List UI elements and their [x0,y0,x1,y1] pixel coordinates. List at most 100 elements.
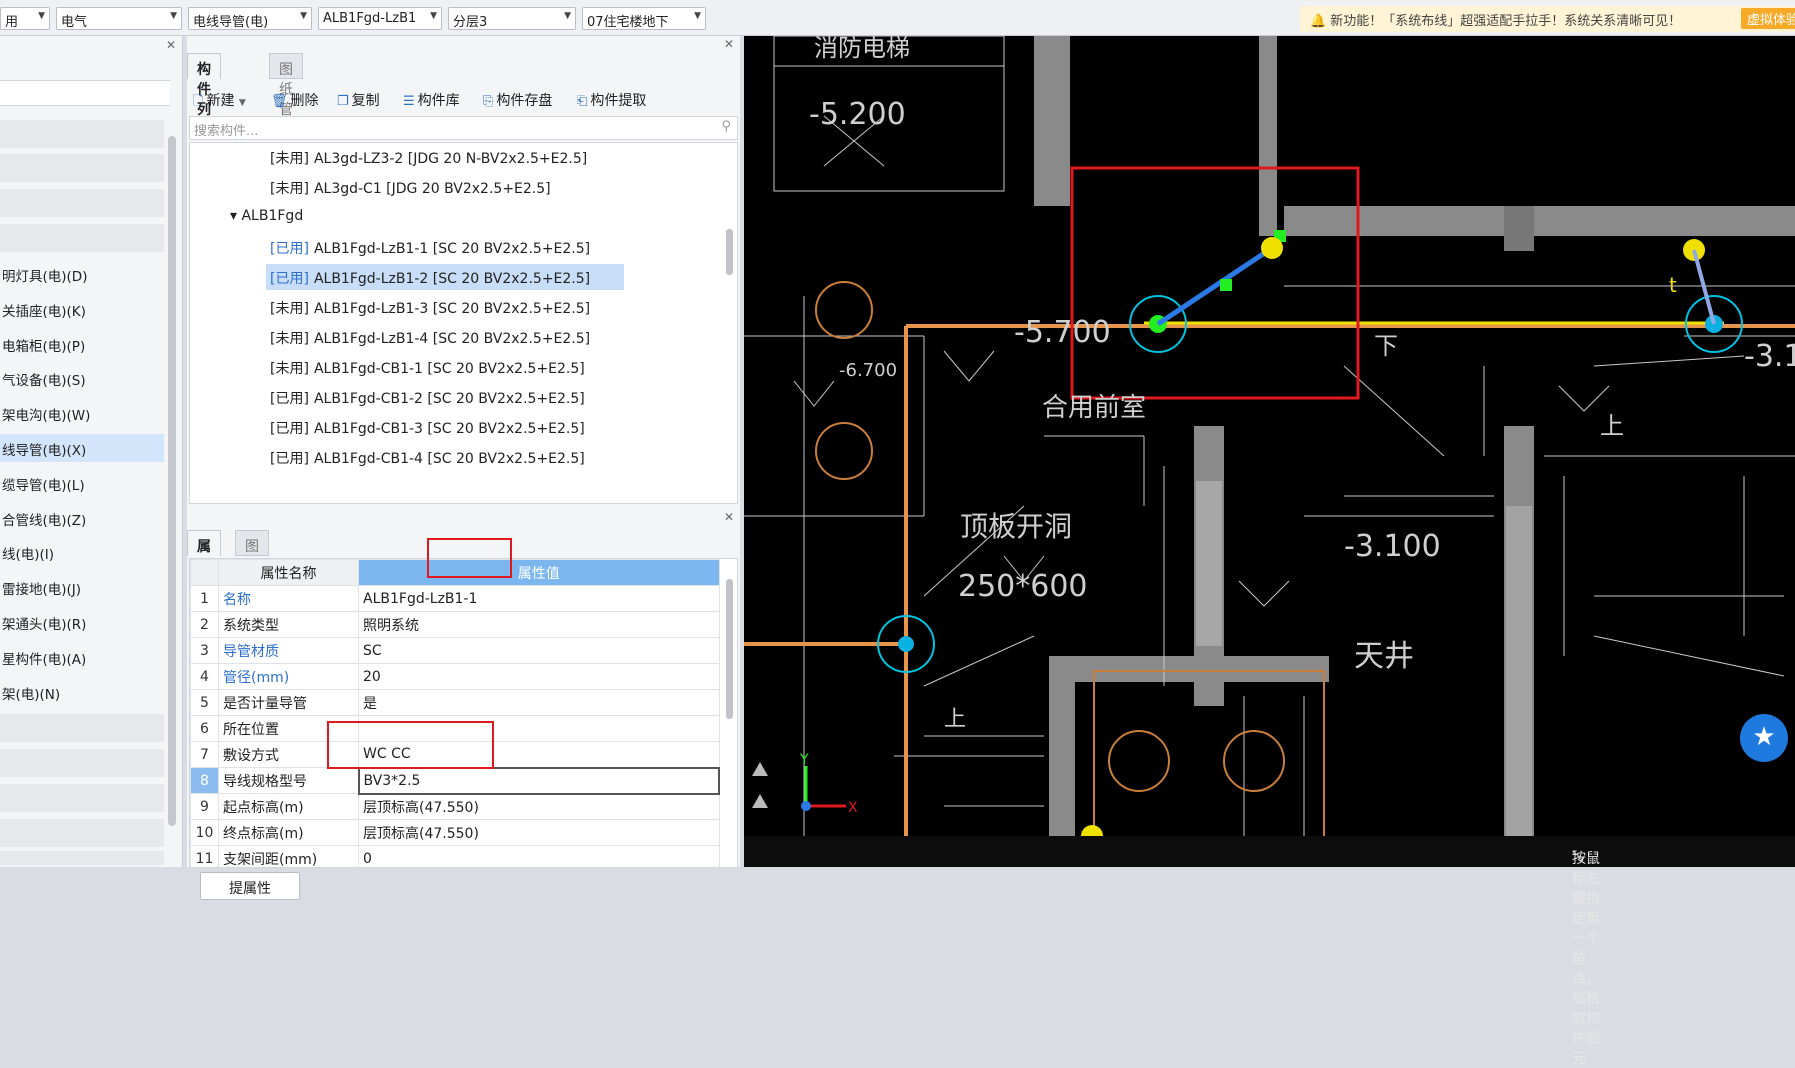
combo-layer[interactable]: 分层3 ▼ [448,7,576,30]
category-item[interactable]: 气设备(电)(S) [0,364,164,392]
category-item[interactable]: 关插座(电)(K) [0,295,164,323]
tree-item[interactable]: [已用] ALB1Fgd-CB1-4 [SC 20 BV2x2.5+E2.5] [270,444,585,470]
cad-label: -5.700 [1014,315,1111,350]
tab-properties[interactable]: 属性 [187,530,221,575]
expand-icon[interactable]: ▾ [230,208,241,224]
extract-component-button[interactable]: ⎗ 构件提取 [577,90,646,110]
property-value[interactable]: 是 [358,689,720,716]
component-library-button[interactable]: ☰ 构件库 [403,90,460,110]
category-search[interactable] [0,80,170,106]
drawing-canvas[interactable]: 消防电梯 -5.200 -5.700 -6.700 合用前室 下 -3.1 上 … [744,36,1795,867]
category-group[interactable] [0,714,164,742]
property-row[interactable]: 1 名称 ALB1Fgd-LzB1-1 [190,585,720,612]
tree-item[interactable]: [未用] ALB1Fgd-LzB1-3 [SC 20 BV2x2.5+E2.5] [270,294,590,320]
category-item[interactable]: 合管线(电)(Z) [0,504,164,532]
new-button[interactable]: 🗋 新建 ▼ [193,90,246,114]
extract-property-button[interactable]: 提属性 [200,872,300,900]
combo-mode[interactable]: 用 ▼ [0,7,50,30]
tab-layer-management[interactable]: 图层管理 [235,530,269,615]
tree-scrollbar[interactable] [726,229,733,275]
chevron-down-icon: ▼ [300,11,307,21]
notice-banner[interactable]: 🔔 新功能！「系统布线」超强适配手拉手！系统关系清晰可见！ 虚拟体验 [1300,6,1795,32]
header-property-value: 属性值 [358,559,720,586]
category-item[interactable]: 线导管(电)(X) [0,434,164,462]
grip-point[interactable] [898,636,914,652]
column [1504,206,1534,251]
property-scrollbar[interactable] [726,579,733,719]
tree-item[interactable]: [已用] ALB1Fgd-LzB1-2 [SC 20 BV2x2.5+E2.5] [266,264,624,290]
property-value[interactable]: 20 [358,663,720,690]
category-item[interactable]: 明灯具(电)(D) [0,260,164,288]
category-group[interactable] [0,120,164,148]
close-icon[interactable]: ✕ [166,38,176,52]
view-cube-icon[interactable] [752,762,768,776]
property-row[interactable]: 8 导线规格型号 BV3*2.5 [190,766,720,795]
left-scrollbar[interactable] [168,136,176,826]
cad-label: 上 [1600,412,1624,440]
property-row[interactable]: 10 终点标高(m) 层顶标高(47.550) [190,819,720,846]
combo-value: 电气 [61,15,88,30]
close-icon[interactable]: ✕ [724,510,734,524]
tree-item[interactable]: [未用] AL3gd-C1 [JDG 20 BV2x2.5+E2.5] [270,174,551,200]
tree-item[interactable]: [未用] AL3gd-LZ3-2 [JDG 20 N-BV2x2.5+E2.5] [270,144,587,170]
delete-button[interactable]: 🗑 删除 [271,90,319,110]
category-item[interactable]: 架(电)(N) [0,678,164,706]
category-item[interactable]: 星构件(电)(A) [0,643,164,671]
tree-item-status: [未用] [270,331,309,347]
property-row[interactable]: 4 管径(mm) 20 [190,663,720,690]
property-row[interactable]: 9 起点标高(m) 层顶标高(47.550) [190,793,720,820]
selected-conduit[interactable] [1156,245,1274,327]
view-cube-icon[interactable] [752,794,768,808]
category-group[interactable] [0,851,164,865]
property-value[interactable]: ALB1Fgd-LzB1-1 [358,585,720,612]
property-value[interactable]: 0 [358,845,720,867]
header-index [190,559,219,586]
yellow-node[interactable] [1261,237,1283,259]
category-item[interactable]: 架电沟(电)(W) [0,399,164,427]
tree-item[interactable]: [未用] ALB1Fgd-LzB1-4 [SC 20 BV2x2.5+E2.5] [270,324,590,350]
property-row[interactable]: 5 是否计量导管是 [190,689,720,716]
close-icon[interactable]: ✕ [724,37,734,51]
search-icon[interactable]: ⚲ [721,119,731,134]
tree-item-name: ALB1Fgd-CB1-1 [SC 20 BV2x2.5+E2.5] [313,361,585,377]
property-value[interactable]: 层顶标高(47.550) [358,793,720,820]
property-row[interactable]: 2 系统类型 照明系统 [190,611,720,638]
category-item[interactable]: 电箱柜(电)(P) [0,330,164,358]
component-search-input[interactable]: 搜索构件... ⚲ [189,116,738,140]
tab-drawing-management[interactable]: 图纸管理 [269,53,303,138]
property-row[interactable]: 11 支架间距(mm) 0 [190,845,720,867]
property-value[interactable]: BV3*2.5 [357,766,720,795]
category-group[interactable] [0,749,164,777]
combo-discipline[interactable]: 电气 ▼ [56,7,182,30]
category-group[interactable] [0,784,164,812]
grip-square[interactable] [1220,279,1232,291]
tree-item[interactable]: [已用] ALB1Fgd-CB1-2 [SC 20 BV2x2.5+E2.5] [270,384,585,410]
tree-item[interactable]: [已用] ALB1Fgd-CB1-3 [SC 20 BV2x2.5+E2.5] [270,414,585,440]
category-item[interactable]: 线(电)(I) [0,538,164,566]
category-group[interactable] [0,154,164,182]
combo-drawing[interactable]: 07住宅楼地下 ▼ [582,7,706,30]
tree-item[interactable]: [已用] ALB1Fgd-LzB1-1 [SC 20 BV2x2.5+E2.5] [270,234,590,260]
tree-group[interactable]: ▾ ALB1Fgd [230,204,303,230]
property-name: 是否计量导管 [218,689,359,716]
category-group[interactable] [0,224,164,252]
library-label: 构件库 [417,93,460,109]
copy-button[interactable]: ❐ 复制 [337,90,380,110]
property-value[interactable]: 照明系统 [358,611,720,638]
property-name: 支架间距(mm) [218,845,359,867]
combo-category[interactable]: 电线导管(电) ▼ [188,7,312,30]
property-value[interactable]: 层顶标高(47.550) [358,819,720,846]
virtual-experience-button[interactable]: 虚拟体验 [1740,8,1795,29]
category-item[interactable]: 缆导管(电)(L) [0,469,164,497]
tab-component-list[interactable]: 构件列表 [187,53,221,138]
category-group[interactable] [0,189,164,217]
tree-item[interactable]: [未用] ALB1Fgd-CB1-1 [SC 20 BV2x2.5+E2.5] [270,354,585,380]
property-value[interactable]: SC [358,637,720,664]
category-item[interactable]: 架通头(电)(R) [0,608,164,636]
favorite-star-button[interactable]: ★ [1740,714,1788,762]
combo-component[interactable]: ALB1Fgd-LzB1 ▼ [318,7,442,30]
save-component-button[interactable]: ⎘ 构件存盘 [483,90,552,110]
category-group[interactable] [0,819,164,847]
property-row[interactable]: 3 导管材质 SC [190,637,720,664]
category-item[interactable]: 雷接地(电)(J) [0,573,164,601]
